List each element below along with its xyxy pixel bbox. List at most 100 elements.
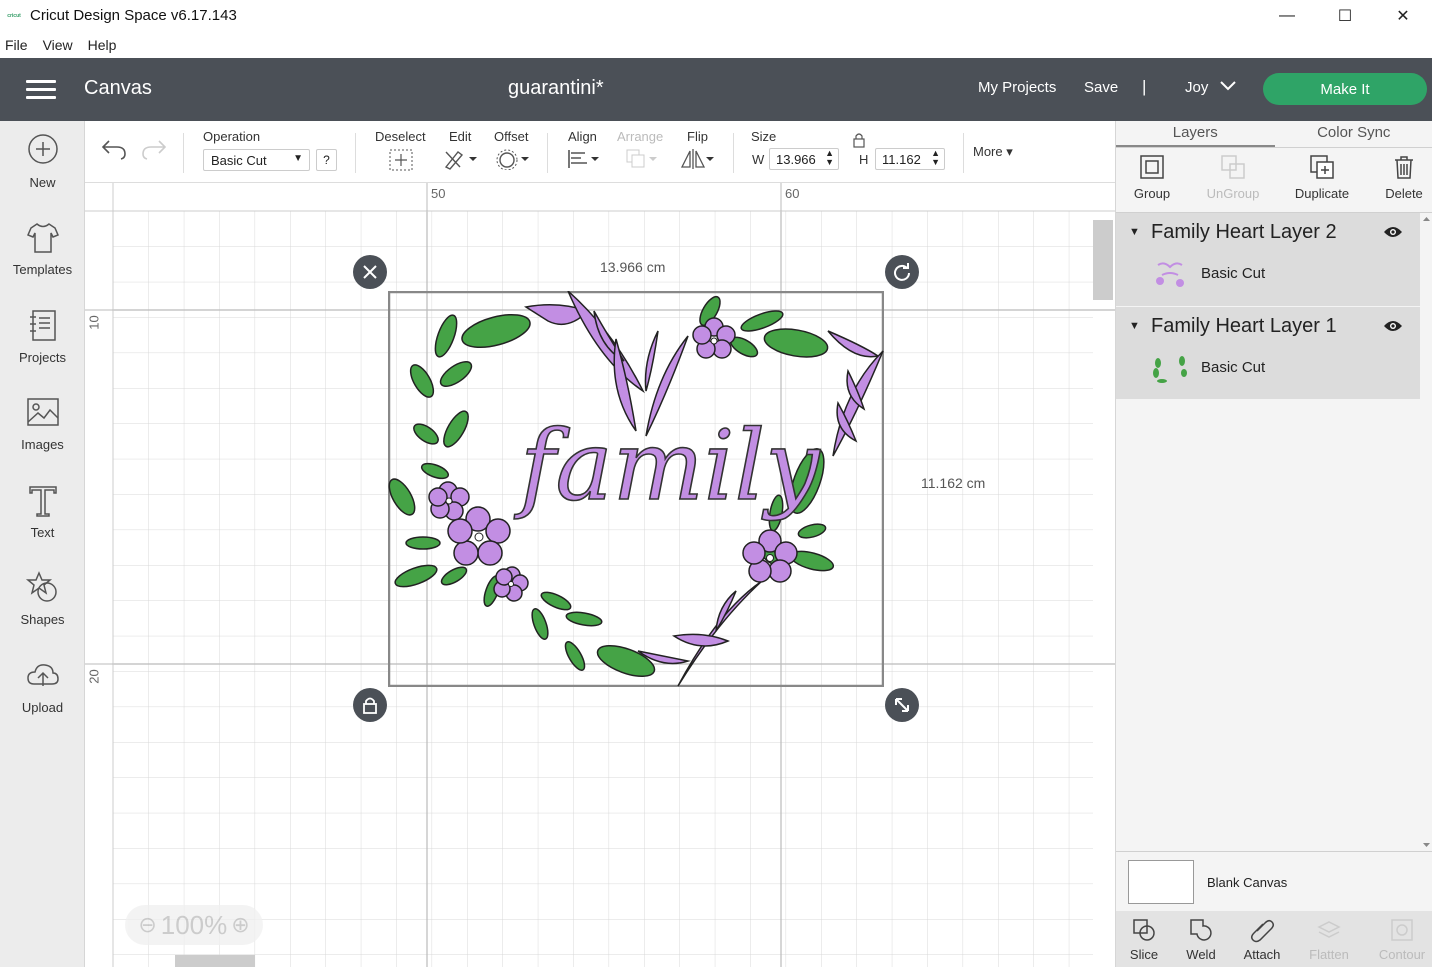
group-button[interactable]: Group	[1132, 154, 1172, 201]
align-label: Align	[568, 129, 597, 144]
weld-button[interactable]: Weld	[1182, 917, 1220, 962]
trash-icon	[1395, 156, 1413, 179]
minimize-button[interactable]: —	[1258, 0, 1316, 31]
offset-label: Offset	[494, 129, 529, 144]
menu-help[interactable]: Help	[88, 37, 117, 53]
image-icon	[26, 398, 59, 426]
arrange-icon	[626, 149, 657, 168]
attach-label: Attach	[1243, 947, 1281, 962]
nav-new[interactable]: New	[0, 133, 85, 190]
height-input[interactable]: 11.162 ▲ ▼	[875, 148, 945, 170]
contour-label: Contour	[1378, 947, 1426, 962]
blank-canvas-swatch[interactable]	[1128, 860, 1194, 904]
slice-label: Slice	[1129, 947, 1159, 962]
layer-group-name: Family Heart Layer 2	[1151, 221, 1337, 243]
zoom-in-icon[interactable]: ⊕	[231, 912, 249, 938]
nav-images[interactable]: Images	[0, 395, 85, 452]
cloud-upload-icon	[26, 664, 59, 686]
caret-down-icon[interactable]: ▼	[1129, 226, 1140, 238]
design-canvas[interactable]: 50 60 10 20 family 13.966 cm 11.162 cm ⊖…	[85, 183, 1115, 967]
width-value: 13.966	[776, 152, 816, 167]
nav-shapes[interactable]: Shapes	[0, 570, 85, 627]
size-label: Size	[751, 129, 777, 144]
ruler-top-label: 50	[431, 186, 446, 201]
nav-templates[interactable]: Templates	[0, 220, 85, 277]
paperclip-icon	[1250, 919, 1275, 943]
canvas-vertical-scrollbar[interactable]	[1093, 220, 1113, 300]
save-button[interactable]: Save	[1084, 79, 1118, 96]
make-it-button[interactable]: Make It	[1263, 73, 1427, 105]
window-title: Cricut Design Space v6.17.143	[30, 7, 237, 24]
offset-icon[interactable]	[495, 148, 531, 170]
weld-label: Weld	[1186, 947, 1216, 962]
layer-operation: Basic Cut	[1201, 265, 1266, 282]
more-button[interactable]: More ▾	[973, 144, 1013, 160]
lock-icon[interactable]	[852, 132, 866, 148]
edit-icon[interactable]	[443, 148, 479, 170]
deselect-icon[interactable]	[389, 149, 413, 171]
canvas-horizontal-scrollbar[interactable]	[175, 955, 255, 967]
chevron-down-icon[interactable]	[1220, 78, 1236, 94]
tab-color-sync[interactable]: Color Sync	[1275, 121, 1432, 147]
layer-group[interactable]: ▼ Family Heart Layer 1 Basic Cut	[1116, 307, 1420, 399]
height-value: 11.162	[882, 152, 921, 167]
user-menu[interactable]: Joy	[1185, 79, 1208, 96]
redo-icon[interactable]	[141, 138, 167, 160]
slice-button[interactable]: Slice	[1126, 917, 1162, 962]
nav-templates-label: Templates	[12, 262, 73, 277]
zoom-level: 100%	[160, 909, 228, 940]
maximize-button[interactable]: ☐	[1316, 0, 1374, 31]
blank-canvas-row[interactable]: Blank Canvas	[1116, 851, 1432, 911]
menu-file[interactable]: File	[5, 37, 28, 53]
project-name: guarantini*	[508, 77, 604, 99]
eye-icon[interactable]	[1383, 225, 1403, 239]
delete-button[interactable]: Delete	[1382, 154, 1426, 201]
hamburger-menu-icon[interactable]	[26, 80, 56, 100]
family-heart-design[interactable]: family	[388, 291, 884, 687]
layers-scrollbar[interactable]	[1420, 213, 1432, 853]
zoom-control: ⊖ 100% ⊕	[125, 905, 263, 945]
nav-shapes-label: Shapes	[20, 612, 65, 627]
cricut-logo-icon: cricut	[7, 12, 21, 19]
zoom-out-icon[interactable]: ⊖	[138, 912, 156, 938]
remove-handle-icon[interactable]	[353, 255, 387, 289]
layer-actions-bar: Slice Weld Attach Flatten Contour	[1116, 911, 1432, 967]
layer-operation: Basic Cut	[1201, 359, 1266, 376]
ungroup-icon	[1221, 155, 1245, 179]
flatten-icon	[1317, 921, 1341, 938]
nav-text-label: Text	[30, 525, 55, 540]
title-bar: cricut Cricut Design Space v6.17.143 — ☐…	[0, 0, 1432, 31]
lock-handle-icon[interactable]	[353, 688, 387, 722]
rotate-handle-icon[interactable]	[885, 255, 919, 289]
operation-select[interactable]: Basic Cut ▼	[203, 149, 310, 171]
width-letter: W	[752, 152, 765, 167]
nav-upload[interactable]: Upload	[0, 658, 85, 715]
nav-projects[interactable]: Projects	[0, 308, 85, 365]
undo-icon[interactable]	[101, 138, 127, 160]
operation-help-button[interactable]: ?	[316, 149, 337, 171]
caret-down-icon[interactable]: ▼	[1129, 320, 1140, 332]
text-t-icon	[28, 486, 57, 517]
group-label: Group	[1133, 186, 1171, 201]
resize-handle-icon[interactable]	[885, 688, 919, 722]
tab-layers[interactable]: Layers	[1116, 121, 1275, 147]
menu-view[interactable]: View	[43, 37, 73, 53]
header-separator: |	[1142, 77, 1147, 96]
align-icon[interactable]	[567, 148, 603, 170]
flip-icon[interactable]	[680, 148, 716, 170]
nav-projects-label: Projects	[19, 350, 66, 365]
duplicate-button[interactable]: Duplicate	[1290, 154, 1354, 201]
width-input[interactable]: 13.966 ▲ ▼	[769, 148, 839, 170]
menu-bar: File View Help	[0, 31, 1432, 58]
close-window-button[interactable]: ✕	[1374, 0, 1432, 31]
arrange-label: Arrange	[617, 129, 664, 144]
attach-button[interactable]: Attach	[1240, 917, 1284, 962]
eye-icon[interactable]	[1383, 319, 1403, 333]
my-projects-link[interactable]: My Projects	[978, 79, 1056, 96]
edit-toolbar: Operation Basic Cut ▼ ? Deselect Edit Off…	[85, 121, 1115, 183]
height-dimension-label: 11.162 cm	[921, 475, 986, 491]
nav-text[interactable]: Text	[0, 483, 85, 540]
notebook-icon	[29, 310, 56, 341]
layer-group[interactable]: ▼ Family Heart Layer 2 Basic Cut	[1116, 213, 1420, 306]
plus-circle-icon	[27, 134, 58, 164]
